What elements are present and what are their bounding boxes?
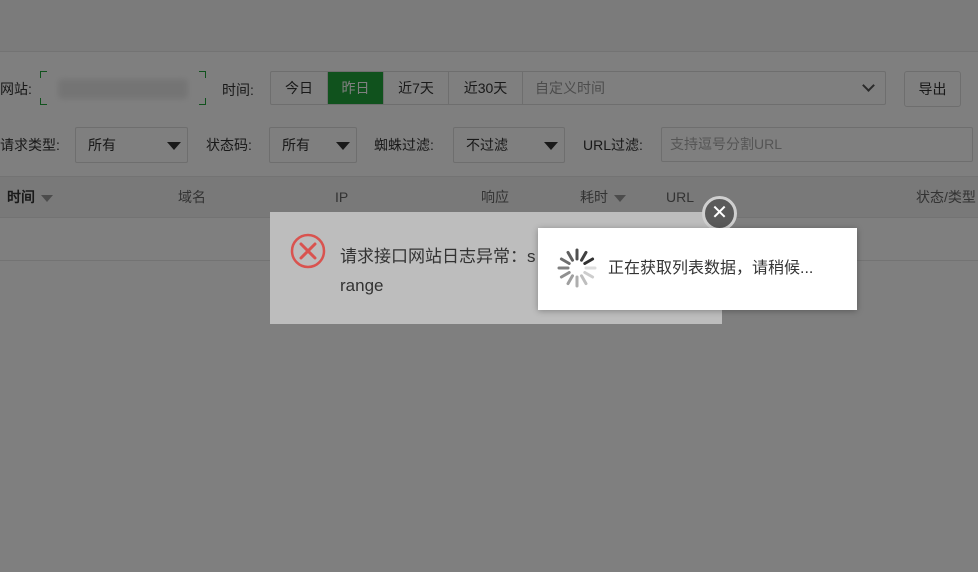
loading-message: 正在获取列表数据，请稍候... bbox=[608, 260, 814, 277]
error-message-line1: 请求接口网站日志异常：s bbox=[340, 247, 536, 266]
close-icon[interactable]: ✕ bbox=[702, 196, 737, 231]
error-icon bbox=[290, 233, 326, 269]
loading-dialog: 正在获取列表数据，请稍候... bbox=[538, 228, 857, 310]
loading-spinner-icon bbox=[557, 248, 597, 288]
